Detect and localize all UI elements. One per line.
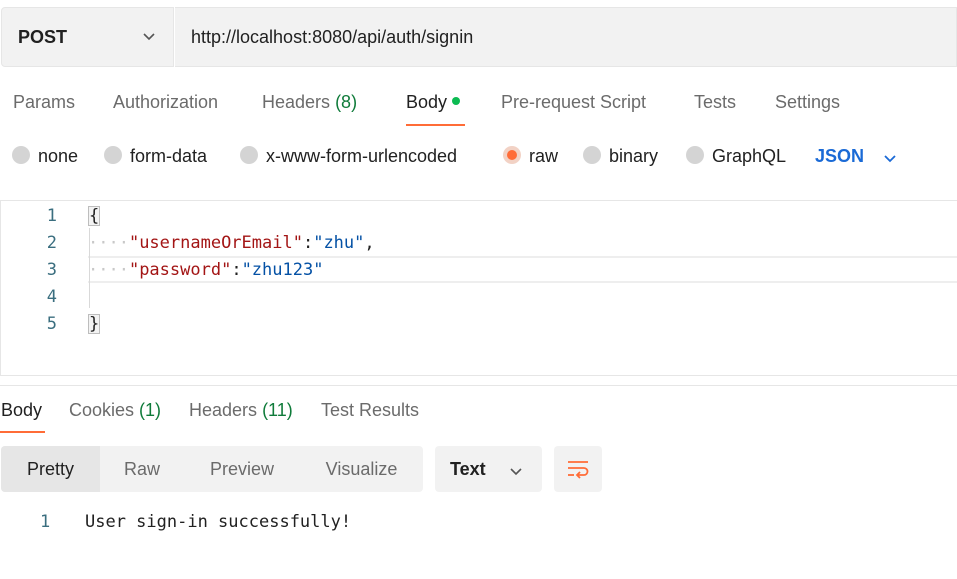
radio-binary-label: binary bbox=[609, 146, 659, 166]
response-tabs: Body Cookies (1) Headers (11) Test Resul… bbox=[0, 398, 957, 434]
radio-graphql[interactable]: GraphQL bbox=[686, 146, 786, 167]
tab-tests[interactable]: Tests bbox=[694, 92, 736, 113]
radio-selected-icon bbox=[503, 146, 521, 164]
radio-form-data[interactable]: form-data bbox=[104, 146, 207, 167]
tab-params[interactable]: Params bbox=[13, 92, 75, 113]
radio-form-data-label: form-data bbox=[130, 146, 208, 166]
radio-binary[interactable]: binary bbox=[583, 146, 658, 167]
matched-brace: } bbox=[88, 314, 101, 334]
tab-body[interactable]: Body bbox=[406, 92, 461, 113]
tab-headers-count: (8) bbox=[335, 92, 358, 112]
response-divider bbox=[0, 385, 957, 386]
wrap-lines-button[interactable] bbox=[554, 446, 602, 492]
format-select[interactable]: JSON bbox=[815, 146, 864, 167]
response-tab-headers-label: Headers bbox=[189, 400, 258, 420]
radio-urlencoded-label: x-www-form-urlencoded bbox=[266, 146, 458, 166]
active-tab-underline bbox=[406, 124, 465, 126]
url-input[interactable]: http://localhost:8080/api/auth/signin bbox=[175, 7, 957, 67]
line-number: 2 bbox=[46, 233, 57, 253]
json-comma: , bbox=[364, 233, 375, 253]
view-mode-pretty[interactable]: Pretty bbox=[1, 446, 100, 492]
url-text: http://localhost:8080/api/auth/signin bbox=[191, 27, 474, 47]
radio-urlencoded[interactable]: x-www-form-urlencoded bbox=[240, 146, 457, 167]
response-tab-test-results[interactable]: Test Results bbox=[321, 400, 419, 421]
chevron-down-icon[interactable] bbox=[882, 150, 898, 166]
response-format-select[interactable]: Text bbox=[435, 446, 542, 492]
radio-none[interactable]: none bbox=[12, 146, 78, 167]
tab-settings[interactable]: Settings bbox=[775, 92, 840, 113]
line-number: 1 bbox=[46, 206, 57, 226]
matched-brace: { bbox=[88, 206, 101, 226]
radio-graphql-label: GraphQL bbox=[712, 146, 787, 166]
response-body-text: User sign-in successfully! bbox=[85, 512, 352, 532]
method-select[interactable]: POST bbox=[1, 7, 174, 67]
json-colon: : bbox=[231, 260, 242, 280]
request-tabs: Params Authorization Headers (8) Body Pr… bbox=[0, 80, 957, 130]
response-line-number: 1 bbox=[40, 512, 51, 532]
chevron-down-icon bbox=[143, 33, 155, 41]
view-mode-segmented: Pretty Raw Preview Visualize bbox=[1, 446, 423, 492]
radio-none-label: none bbox=[38, 146, 79, 166]
code-line-2: ····"usernameOrEmail":"zhu", bbox=[88, 233, 375, 253]
radio-circle-icon bbox=[240, 146, 258, 164]
wrap-lines-icon bbox=[568, 461, 589, 479]
url-bar: POST http://localhost:8080/api/auth/sign… bbox=[0, 7, 957, 67]
json-key: "usernameOrEmail" bbox=[128, 233, 303, 253]
radio-circle-icon bbox=[104, 146, 122, 164]
radio-circle-icon bbox=[12, 146, 30, 164]
tab-body-label: Body bbox=[406, 92, 448, 112]
code-line-1: { bbox=[88, 206, 101, 226]
radio-circle-icon bbox=[686, 146, 704, 164]
view-mode-preview[interactable]: Preview bbox=[184, 446, 300, 492]
json-value: "zhu" bbox=[313, 233, 365, 253]
indent-dots: ···· bbox=[88, 260, 129, 280]
json-colon: : bbox=[302, 233, 314, 253]
modified-dot-icon bbox=[452, 97, 461, 105]
json-key: "password" bbox=[128, 260, 232, 280]
code-line-3: ····"password":"zhu123" bbox=[88, 260, 323, 280]
response-tab-headers[interactable]: Headers (11) bbox=[189, 400, 293, 421]
tab-headers-label: Headers bbox=[262, 92, 331, 112]
tab-prerequest-script[interactable]: Pre-request Script bbox=[501, 92, 646, 113]
radio-circle-icon bbox=[583, 146, 601, 164]
radio-raw[interactable]: raw bbox=[503, 146, 558, 167]
view-mode-raw[interactable]: Raw bbox=[100, 446, 184, 492]
response-tab-cookies-label: Cookies bbox=[69, 400, 135, 420]
response-tab-cookies-count: (1) bbox=[139, 400, 162, 420]
chevron-down-icon bbox=[510, 468, 522, 476]
tab-authorization[interactable]: Authorization bbox=[113, 92, 218, 113]
indent-dots: ···· bbox=[88, 233, 129, 253]
tab-headers[interactable]: Headers (8) bbox=[262, 92, 357, 113]
response-format-label: Text bbox=[450, 459, 486, 479]
radio-raw-label: raw bbox=[529, 146, 559, 166]
line-number: 4 bbox=[46, 287, 57, 307]
code-line-5: } bbox=[88, 314, 101, 334]
request-body-editor[interactable] bbox=[0, 200, 957, 376]
json-value: "zhu123" bbox=[241, 260, 324, 280]
view-mode-visualize[interactable]: Visualize bbox=[300, 446, 423, 492]
response-tab-body[interactable]: Body bbox=[1, 400, 42, 421]
response-tab-cookies[interactable]: Cookies (1) bbox=[69, 400, 161, 421]
line-number: 3 bbox=[46, 260, 57, 280]
active-tab-underline bbox=[0, 431, 45, 433]
response-tab-headers-count: (11) bbox=[262, 400, 293, 420]
method-label: POST bbox=[18, 27, 68, 47]
line-number: 5 bbox=[46, 314, 57, 334]
body-type-radios: none form-data x-www-form-urlencoded raw… bbox=[0, 140, 957, 176]
